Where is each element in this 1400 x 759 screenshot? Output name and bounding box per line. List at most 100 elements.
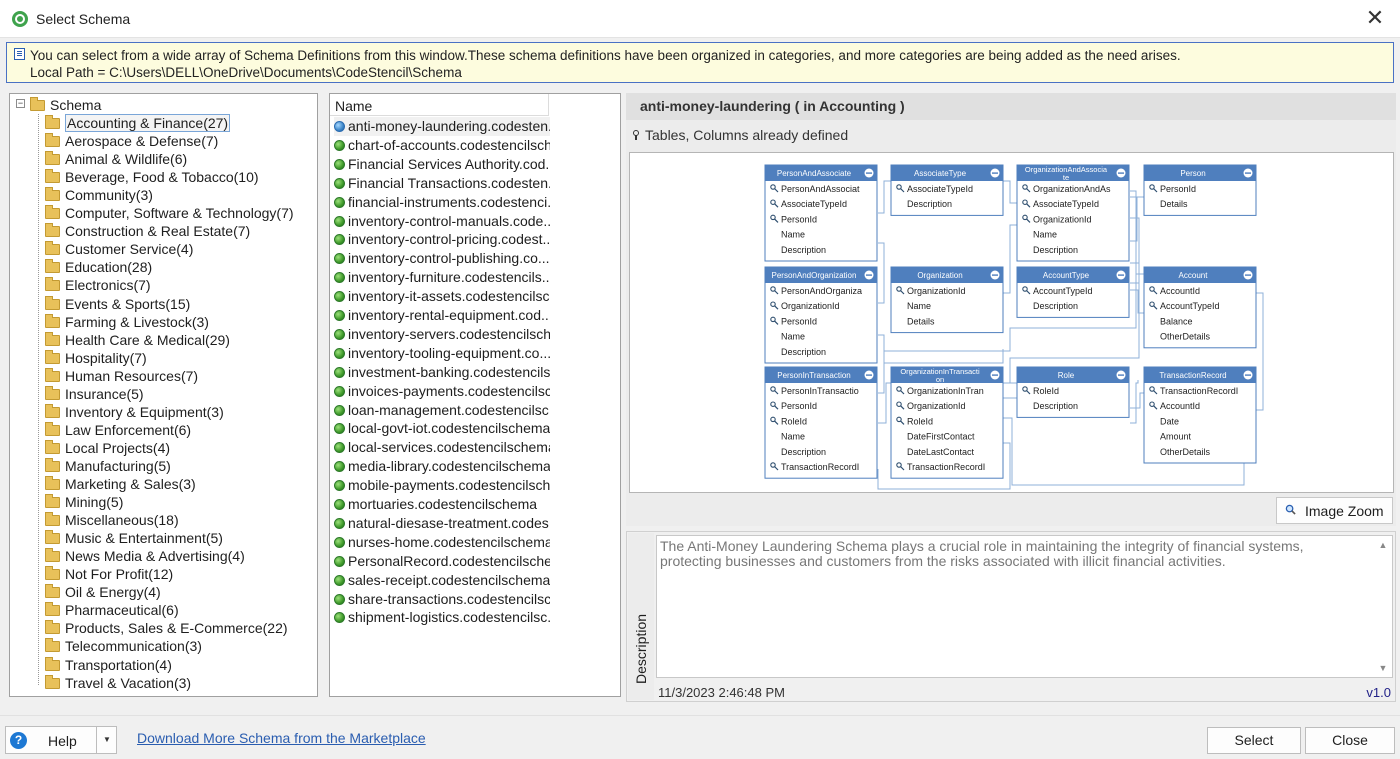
- tree-item[interactable]: Aerospace & Defense(7): [45, 132, 218, 150]
- er-table-title: AssociateType: [914, 169, 967, 178]
- er-relation-line: [1130, 289, 1144, 314]
- er-relation-line: [1130, 196, 1144, 242]
- list-item[interactable]: PersonalRecord.codestencilsche...: [334, 552, 550, 571]
- category-tree[interactable]: − Schema Accounting & Finance(27) Aerospa…: [9, 93, 318, 697]
- tree-item[interactable]: Construction & Real Estate(7): [45, 222, 250, 240]
- tree-collapse-toggle[interactable]: −: [16, 99, 25, 108]
- tree-item[interactable]: Electronics(7): [45, 276, 151, 294]
- list-item-label: local-govt-iot.codestencilschema: [348, 420, 550, 437]
- list-item[interactable]: inventory-control-manuals.code...: [334, 212, 550, 231]
- scroll-down-arrow-icon[interactable]: ▼: [1375, 660, 1391, 676]
- list-item[interactable]: invoices-payments.codestencilsc...: [334, 382, 550, 401]
- er-field: Description: [781, 245, 826, 255]
- tree-item[interactable]: Manufacturing(5): [45, 457, 171, 475]
- tree-item[interactable]: Mining(5): [45, 493, 123, 511]
- list-item[interactable]: inventory-rental-equipment.cod...: [334, 306, 550, 325]
- help-dropdown-arrow-icon[interactable]: ▼: [96, 727, 117, 753]
- tree-item[interactable]: Travel & Vacation(3): [45, 674, 191, 692]
- tree-item[interactable]: Not For Profit(12): [45, 565, 173, 583]
- schema-globe-icon: [334, 593, 345, 605]
- schema-globe-icon: [334, 328, 345, 340]
- tree-item[interactable]: Hospitality(7): [45, 349, 147, 367]
- tree-item[interactable]: Inventory & Equipment(3): [45, 403, 224, 421]
- description-tab[interactable]: Description: [628, 533, 654, 700]
- list-item[interactable]: mortuaries.codestencilschema: [334, 495, 550, 514]
- tree-item[interactable]: Telecommunication(3): [45, 637, 202, 655]
- list-item[interactable]: financial-instruments.codestenci...: [334, 193, 550, 212]
- tree-item[interactable]: Products, Sales & E-Commerce(22): [45, 619, 288, 637]
- list-item[interactable]: natural-diesase-treatment.codes...: [334, 514, 550, 533]
- er-collapse-minus: [1118, 274, 1124, 276]
- list-item[interactable]: inventory-it-assets.codestencilsc...: [334, 287, 550, 306]
- list-item[interactable]: media-library.codestencilschema: [334, 457, 550, 476]
- list-item[interactable]: investment-banking.codestencils...: [334, 363, 550, 382]
- list-item[interactable]: chart-of-accounts.codestencilsch...: [334, 136, 550, 155]
- tree-item[interactable]: Marketing & Sales(3): [45, 475, 196, 493]
- list-item[interactable]: inventory-furniture.codestencils...: [334, 268, 550, 287]
- list-item[interactable]: inventory-control-pricing.codest...: [334, 230, 550, 249]
- description-textbox[interactable]: The Anti-Money Laundering Schema plays a…: [656, 535, 1393, 678]
- list-item[interactable]: Financial Transactions.codesten...: [334, 174, 550, 193]
- list-item[interactable]: inventory-servers.codestencilsch...: [334, 325, 550, 344]
- list-item[interactable]: share-transactions.codestencilsc...: [334, 590, 550, 609]
- tree-item[interactable]: Human Resources(7): [45, 367, 198, 385]
- select-button[interactable]: Select: [1207, 727, 1301, 754]
- schema-globe-icon: [334, 555, 345, 567]
- tree-item[interactable]: Animal & Wildlife(6): [45, 150, 187, 168]
- list-item[interactable]: inventory-control-publishing.co...: [334, 249, 550, 268]
- er-field: DateFirstContact: [907, 432, 975, 442]
- folder-icon: [45, 241, 60, 256]
- list-column-header[interactable]: Name: [330, 94, 549, 116]
- tree-item[interactable]: Beverage, Food & Tobacco(10): [45, 168, 259, 186]
- tree-item[interactable]: Music & Entertainment(5): [45, 529, 223, 547]
- list-item[interactable]: loan-management.codestencilsc...: [334, 401, 550, 420]
- er-field: PersonId: [781, 316, 817, 326]
- list-item[interactable]: Financial Services Authority.cod...: [334, 155, 550, 174]
- tree-item[interactable]: Accounting & Finance(27): [45, 114, 231, 132]
- er-field: PersonAndOrganiza: [781, 286, 862, 296]
- tree-item[interactable]: Local Projects(4): [45, 439, 170, 457]
- list-item[interactable]: anti-money-laundering.codesten...: [334, 117, 550, 136]
- list-item-label: investment-banking.codestencils...: [348, 363, 550, 380]
- tree-item[interactable]: Miscellaneous(18): [45, 511, 179, 529]
- list-item[interactable]: sales-receipt.codestencilschema: [334, 571, 550, 590]
- tree-item-label: Computer, Software & Technology(7): [65, 205, 294, 222]
- er-field: Name: [907, 301, 931, 311]
- description-text: The Anti-Money Laundering Schema plays a…: [660, 538, 1304, 569]
- tree-item[interactable]: Health Care & Medical(29): [45, 331, 230, 349]
- schema-globe-icon: [334, 404, 345, 416]
- help-button[interactable]: ? Help ▼: [5, 726, 117, 754]
- er-field: AccountId: [1160, 286, 1200, 296]
- list-item[interactable]: inventory-tooling-equipment.co...: [334, 344, 550, 363]
- tree-item[interactable]: Farming & Livestock(3): [45, 313, 209, 331]
- marketplace-link[interactable]: Download More Schema from the Marketplac…: [137, 730, 426, 746]
- list-item[interactable]: nurses-home.codestencilschema: [334, 533, 550, 552]
- folder-icon: [45, 349, 60, 364]
- list-item[interactable]: local-services.codestencilschema: [334, 438, 550, 457]
- tree-item[interactable]: Insurance(5): [45, 385, 144, 403]
- tree-item[interactable]: Transportation(4): [45, 656, 172, 674]
- tree-item[interactable]: News Media & Advertising(4): [45, 547, 245, 565]
- tree-item[interactable]: Customer Service(4): [45, 240, 193, 258]
- list-item[interactable]: shipment-logistics.codestencilsc...: [334, 608, 550, 627]
- tree-item[interactable]: Pharmaceutical(6): [45, 601, 179, 619]
- tree-item[interactable]: Community(3): [45, 186, 153, 204]
- list-item[interactable]: local-govt-iot.codestencilschema: [334, 419, 550, 438]
- tree-item[interactable]: Oil & Energy(4): [45, 583, 161, 601]
- window-close-button[interactable]: ✕: [1362, 7, 1388, 31]
- image-zoom-button[interactable]: Image Zoom: [1276, 497, 1393, 524]
- er-table-title: te: [1063, 173, 1069, 182]
- close-button[interactable]: Close: [1305, 727, 1395, 754]
- tree-root[interactable]: Schema: [30, 96, 101, 114]
- tree-item[interactable]: Law Enforcement(6): [45, 421, 191, 439]
- tree-item[interactable]: Computer, Software & Technology(7): [45, 204, 294, 222]
- scroll-up-arrow-icon[interactable]: ▲: [1375, 537, 1391, 553]
- list-item-label: share-transactions.codestencilsc...: [348, 590, 550, 607]
- list-item-label: invoices-payments.codestencilsc...: [348, 382, 550, 399]
- tree-item-label: Miscellaneous(18): [65, 512, 179, 529]
- tree-item[interactable]: Events & Sports(15): [45, 295, 190, 313]
- tree-item[interactable]: Education(28): [45, 258, 152, 276]
- schema-list[interactable]: Name anti-money-laundering.codesten... ch…: [329, 93, 621, 697]
- schema-globe-icon: [334, 499, 345, 510]
- list-item[interactable]: mobile-payments.codestencilsch...: [334, 476, 550, 495]
